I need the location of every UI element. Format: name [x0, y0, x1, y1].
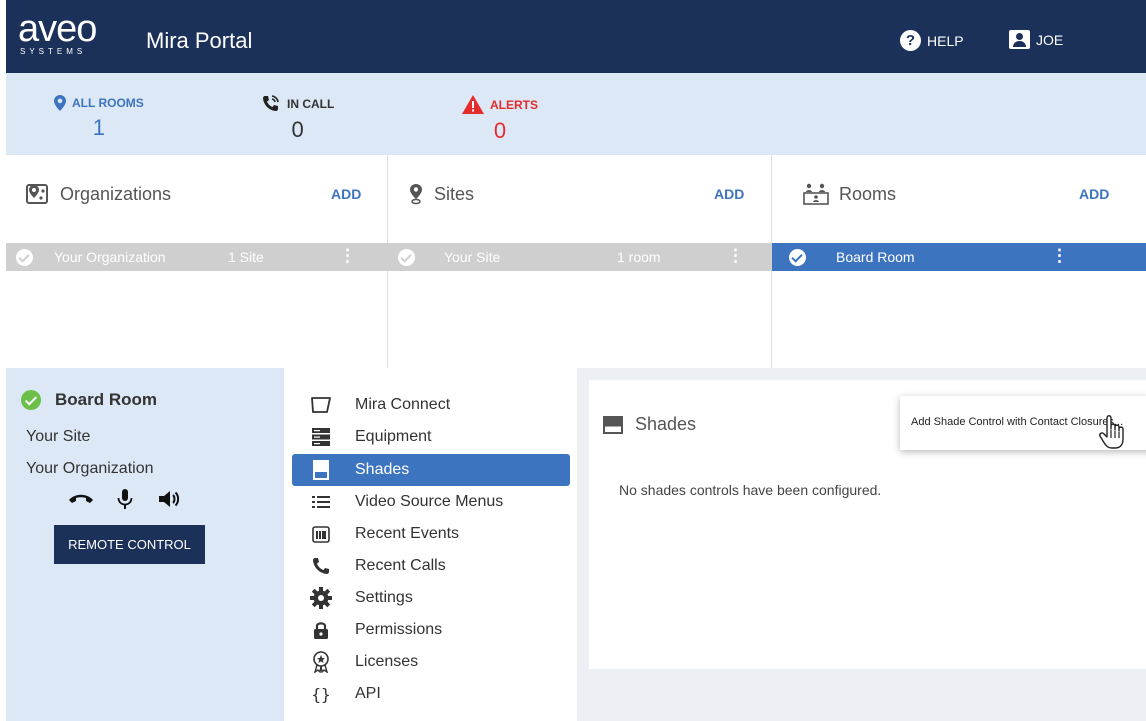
- nav-item-licenses[interactable]: Licenses: [292, 646, 570, 678]
- aveo-logo: aveo SYSTEMS: [18, 10, 130, 58]
- speaker-icon[interactable]: [156, 488, 182, 510]
- add-site-button[interactable]: ADD: [714, 186, 744, 202]
- app-title: Mira Portal: [146, 28, 253, 53]
- site-name: Your Site: [444, 249, 501, 265]
- phone-call-icon: [263, 95, 279, 111]
- site-room-count: 1 room: [617, 249, 661, 265]
- nav-item-label: Permissions: [355, 621, 443, 638]
- gear-icon: [309, 587, 333, 609]
- help-link[interactable]: ? HELP: [900, 30, 964, 51]
- nav-item-shades[interactable]: Shades: [292, 454, 570, 486]
- rooms-title: Rooms: [839, 183, 897, 204]
- organizations-panel: Organizations ADD Your Organization 1 Si…: [6, 155, 388, 368]
- check-icon: [16, 249, 33, 266]
- user-icon: [1009, 30, 1030, 49]
- check-icon: [398, 249, 415, 266]
- nav-item-label: API: [355, 685, 381, 702]
- add-organization-button[interactable]: ADD: [331, 186, 361, 202]
- help-icon: ?: [900, 30, 921, 51]
- map-pin-icon: [26, 184, 48, 204]
- nav-item-label: Settings: [355, 589, 413, 606]
- nav-item-api[interactable]: {} API: [292, 678, 570, 710]
- nav-item-recent-events[interactable]: Recent Events: [292, 518, 570, 550]
- warning-icon: [462, 95, 484, 114]
- room-row[interactable]: Board Room ⋮: [772, 243, 1146, 271]
- sites-header: Sites: [408, 183, 474, 205]
- room-settings-nav: Mira Connect Equipment Shades Video Sour…: [284, 368, 577, 721]
- nav-item-label: Shades: [355, 461, 410, 478]
- calendar-icon: [309, 524, 333, 544]
- stat-alerts-value: 0: [493, 118, 507, 143]
- top-bar: aveo SYSTEMS Mira Portal ? HELP JOE: [6, 0, 1146, 73]
- user-label: JOE: [1036, 31, 1064, 48]
- sites-panel: Sites ADD Your Site 1 room ⋮: [388, 155, 772, 368]
- organization-menu-icon[interactable]: ⋮: [339, 246, 356, 266]
- hand-pointer-icon: [1099, 415, 1124, 449]
- nav-item-label: Recent Events: [355, 525, 460, 542]
- server-icon: [309, 427, 333, 447]
- status-ok-icon: [21, 390, 41, 410]
- nav-item-label: Video Source Menus: [355, 493, 504, 510]
- organization-row[interactable]: Your Organization 1 Site ⋮: [6, 243, 388, 271]
- stat-in-call-label: IN CALL: [287, 97, 335, 111]
- site-row[interactable]: Your Site 1 room ⋮: [388, 243, 772, 271]
- stat-all-rooms[interactable]: ALL ROOMS 1: [54, 95, 144, 141]
- stat-all-rooms-label: ALL ROOMS: [72, 96, 144, 110]
- room-summary-site: Your Site: [26, 428, 91, 445]
- app-frame: aveo SYSTEMS Mira Portal ? HELP JOE ALL …: [6, 0, 1146, 721]
- stat-alerts[interactable]: ALERTS 0: [462, 95, 538, 144]
- shade-icon: [309, 460, 333, 480]
- room-summary: Board Room Your Site Your Organization R…: [6, 368, 284, 721]
- check-icon: [789, 249, 806, 266]
- stat-in-call[interactable]: IN CALL 0: [261, 95, 334, 143]
- list-icon: [309, 492, 333, 512]
- site-menu-icon[interactable]: ⋮: [727, 246, 744, 266]
- user-menu[interactable]: JOE: [1009, 30, 1063, 49]
- stats-strip: ALL ROOMS 1 IN CALL 0 ALERTS 0: [6, 73, 1146, 155]
- phone-icon: [309, 556, 333, 576]
- room-summary-organization: Your Organization: [26, 460, 154, 477]
- nav-item-label: Recent Calls: [355, 557, 446, 574]
- rooms-panel: Rooms ADD Board Room ⋮: [772, 155, 1146, 368]
- stat-all-rooms-value: 1: [92, 115, 106, 140]
- nav-item-mira-connect[interactable]: Mira Connect: [292, 389, 570, 421]
- organization-name: Your Organization: [54, 249, 166, 265]
- stat-alerts-label: ALERTS: [490, 97, 538, 112]
- shades-title: Shades: [635, 414, 697, 434]
- room-menu-icon[interactable]: ⋮: [1051, 246, 1068, 266]
- nav-item-recent-calls[interactable]: Recent Calls: [292, 550, 570, 582]
- badge-icon: [309, 651, 333, 673]
- nav-item-label: Licenses: [355, 653, 419, 670]
- braces-icon: {}: [311, 684, 331, 704]
- organizations-header: Organizations: [26, 183, 171, 205]
- remote-control-button[interactable]: REMOTE CONTROL: [54, 525, 205, 564]
- nav-item-equipment[interactable]: Equipment: [292, 421, 570, 453]
- add-room-button[interactable]: ADD: [1079, 186, 1109, 202]
- hierarchy-panels: Organizations ADD Your Organization 1 Si…: [6, 155, 1146, 368]
- rooms-header: Rooms: [803, 183, 896, 205]
- nav-item-label: Mira Connect: [355, 396, 451, 413]
- conference-room-icon: [803, 183, 829, 205]
- nav-item-settings[interactable]: Settings: [292, 582, 570, 614]
- logo-subtext: SYSTEMS: [20, 47, 87, 56]
- sites-title: Sites: [434, 183, 475, 204]
- nav-item-label: Equipment: [355, 428, 432, 445]
- monitor-icon: [309, 395, 333, 415]
- help-label: HELP: [927, 32, 964, 49]
- shades-empty-message: No shades controls have been configured.: [619, 482, 882, 498]
- logo-wordmark: aveo: [18, 8, 97, 50]
- room-summary-title: Board Room: [55, 390, 157, 409]
- location-pin-icon: [54, 95, 66, 111]
- stat-in-call-value: 0: [291, 117, 304, 142]
- site-pin-icon: [410, 184, 422, 205]
- lock-icon: [309, 620, 333, 640]
- nav-item-permissions[interactable]: Permissions: [292, 614, 570, 646]
- microphone-icon[interactable]: [112, 488, 138, 510]
- room-name: Board Room: [836, 249, 915, 265]
- hang-up-icon[interactable]: [68, 488, 94, 510]
- organizations-title: Organizations: [60, 183, 172, 204]
- organization-site-count: 1 Site: [228, 249, 264, 265]
- nav-item-video-source-menus[interactable]: Video Source Menus: [292, 486, 570, 518]
- shade-icon: [603, 415, 623, 434]
